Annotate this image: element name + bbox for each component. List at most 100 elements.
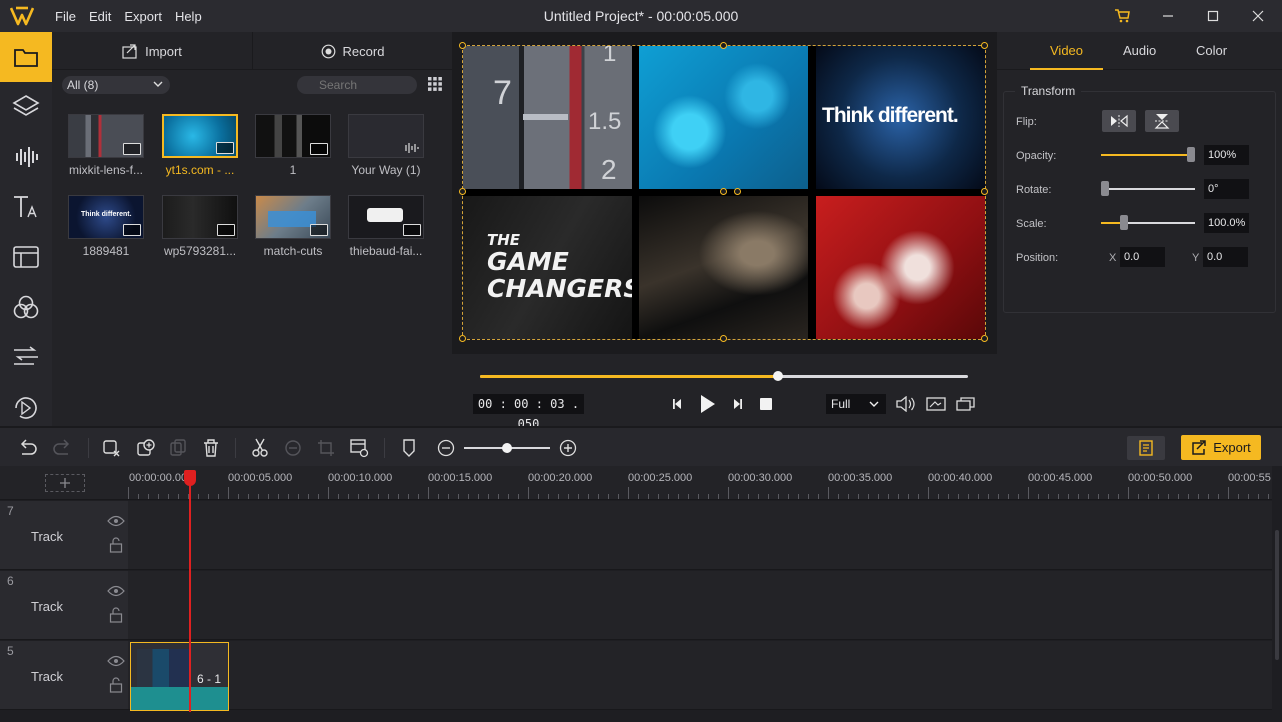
- media-item-label[interactable]: thiebaud-fai...: [340, 244, 432, 258]
- import-button[interactable]: Import: [52, 32, 252, 70]
- close-button[interactable]: [1238, 0, 1278, 32]
- position-y-input[interactable]: 0.0: [1203, 247, 1248, 267]
- opacity-slider[interactable]: [1101, 147, 1195, 162]
- paste-button[interactable]: [166, 436, 190, 460]
- search-input[interactable]: [297, 76, 417, 94]
- zoom-in-button[interactable]: [556, 436, 580, 460]
- rail-transitions-button[interactable]: [0, 332, 52, 382]
- resize-handle[interactable]: [720, 188, 727, 195]
- track-lane[interactable]: [128, 501, 1272, 570]
- grid-view-icon[interactable]: [427, 76, 443, 92]
- media-item-label[interactable]: 1889481: [60, 244, 152, 258]
- media-item-label[interactable]: wp5793281...: [154, 244, 246, 258]
- record-button[interactable]: Record: [252, 32, 452, 70]
- track-header[interactable]: 6 Track: [0, 571, 128, 640]
- tab-color[interactable]: Color: [1196, 43, 1227, 58]
- timeline-clip[interactable]: 6 - 1: [130, 642, 229, 711]
- timeline-scrollbar-thumb[interactable]: [1275, 530, 1279, 660]
- media-item-label[interactable]: yt1s.com - ...: [154, 163, 246, 177]
- timeline-scrollbar[interactable]: [1272, 466, 1282, 722]
- volume-button[interactable]: [894, 394, 916, 414]
- opacity-slider-knob[interactable]: [1187, 147, 1195, 162]
- rotate-handle[interactable]: [734, 188, 741, 195]
- rotate-value[interactable]: 0°: [1204, 179, 1249, 199]
- flip-horizontal-button[interactable]: [1102, 110, 1136, 132]
- snapshot-button[interactable]: [925, 394, 947, 414]
- seek-bar[interactable]: [480, 371, 968, 381]
- media-item-thumbnail[interactable]: [68, 114, 144, 158]
- export-button[interactable]: Export: [1181, 435, 1261, 460]
- seek-knob[interactable]: [772, 371, 783, 381]
- track-header[interactable]: 5 Track: [0, 641, 128, 710]
- resize-handle[interactable]: [720, 42, 727, 49]
- resize-handle[interactable]: [459, 335, 466, 342]
- lock-icon[interactable]: [109, 537, 123, 553]
- lock-icon[interactable]: [109, 677, 123, 693]
- scale-slider[interactable]: [1101, 215, 1195, 230]
- fullscreen-button[interactable]: [955, 394, 977, 414]
- scale-value[interactable]: 100.0%: [1204, 213, 1249, 233]
- minimize-button[interactable]: [1148, 0, 1188, 32]
- menu-export[interactable]: Export: [124, 9, 162, 24]
- redo-button[interactable]: [50, 436, 74, 460]
- tab-audio[interactable]: Audio: [1123, 43, 1156, 58]
- track-lane[interactable]: [128, 641, 1272, 710]
- resize-handle[interactable]: [459, 188, 466, 195]
- edit-clip-button[interactable]: [347, 436, 371, 460]
- cart-button[interactable]: [1102, 0, 1142, 32]
- rail-filters-button[interactable]: [0, 282, 52, 332]
- rail-elements-button[interactable]: [0, 382, 52, 432]
- marker-button[interactable]: [397, 436, 421, 460]
- menu-help[interactable]: Help: [175, 9, 202, 24]
- resize-handle[interactable]: [981, 42, 988, 49]
- render-preview-button[interactable]: [1127, 436, 1165, 460]
- scale-slider-knob[interactable]: [1119, 215, 1128, 230]
- time-ruler[interactable]: 00:00:00.000 00:00:05.000 00:00:10.000 0…: [128, 466, 1272, 500]
- flip-vertical-button[interactable]: [1145, 110, 1179, 132]
- media-item-label[interactable]: 1: [247, 163, 339, 177]
- zoom-out-button[interactable]: [434, 436, 458, 460]
- menu-edit[interactable]: Edit: [89, 9, 111, 24]
- eye-icon[interactable]: [107, 515, 125, 527]
- add-copy-button[interactable]: [133, 436, 157, 460]
- position-x-input[interactable]: 0.0: [1120, 247, 1165, 267]
- eye-icon[interactable]: [107, 655, 125, 667]
- zoom-select[interactable]: Full: [826, 394, 886, 414]
- media-item-thumbnail[interactable]: [162, 195, 238, 239]
- media-item-thumbnail[interactable]: [348, 114, 424, 158]
- media-item-thumbnail[interactable]: Think different.: [68, 195, 144, 239]
- undo-button[interactable]: [16, 436, 40, 460]
- eye-icon[interactable]: [107, 585, 125, 597]
- menu-file[interactable]: File: [55, 9, 76, 24]
- track-lane[interactable]: [128, 571, 1272, 640]
- step-forward-button[interactable]: [727, 394, 747, 414]
- playhead[interactable]: [189, 470, 191, 712]
- resize-handle[interactable]: [981, 188, 988, 195]
- delete-button[interactable]: [199, 436, 223, 460]
- tab-video[interactable]: Video: [1050, 43, 1083, 58]
- media-item-label[interactable]: match-cuts: [247, 244, 339, 258]
- maximize-button[interactable]: [1193, 0, 1233, 32]
- playhead-handle[interactable]: [184, 470, 196, 486]
- add-track-button[interactable]: [45, 474, 85, 492]
- timeline-zoom-slider[interactable]: [464, 443, 550, 453]
- rail-text-button[interactable]: [0, 182, 52, 232]
- rotate-slider[interactable]: [1101, 181, 1195, 196]
- rail-audio-button[interactable]: [0, 132, 52, 182]
- resize-handle[interactable]: [459, 42, 466, 49]
- resize-handle[interactable]: [981, 335, 988, 342]
- media-item-thumbnail[interactable]: [255, 195, 331, 239]
- crop-button[interactable]: [314, 436, 338, 460]
- filter-dropdown[interactable]: All (8): [62, 76, 170, 94]
- remove-button[interactable]: [281, 436, 305, 460]
- media-item-thumbnail[interactable]: [348, 195, 424, 239]
- track-header[interactable]: 7 Track: [0, 501, 128, 570]
- timeline-zoom-knob[interactable]: [502, 443, 512, 453]
- clear-button[interactable]: [99, 436, 123, 460]
- media-item-thumbnail[interactable]: [255, 114, 331, 158]
- media-item-label[interactable]: mixkit-lens-f...: [60, 163, 152, 177]
- lock-icon[interactable]: [109, 607, 123, 623]
- step-back-button[interactable]: [668, 394, 688, 414]
- stop-button[interactable]: [756, 394, 776, 414]
- opacity-value[interactable]: 100%: [1204, 145, 1249, 165]
